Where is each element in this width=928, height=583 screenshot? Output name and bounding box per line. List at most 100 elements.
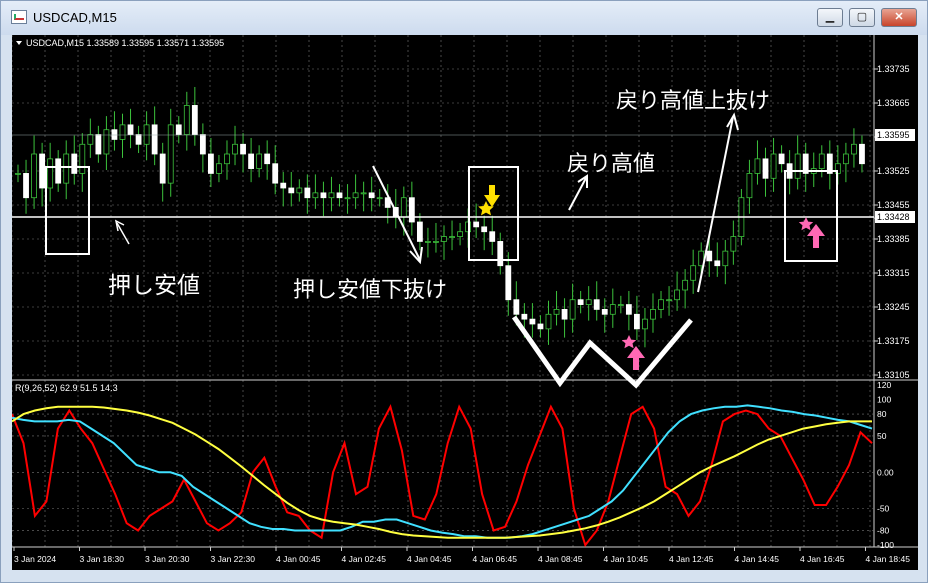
indicator-level-label: -100 <box>877 540 894 550</box>
candle-up <box>400 197 407 218</box>
window-title: USDCAD,M15 <box>33 10 117 25</box>
candle-up <box>87 134 94 145</box>
candle-down <box>304 187 311 199</box>
candle-up <box>746 173 753 199</box>
candle-up <box>650 309 656 320</box>
candle-up <box>842 153 849 165</box>
buy-signal-arrow-icon <box>627 346 645 370</box>
time-axis: 3 Jan 2024 3 Jan 18:30 3 Jan 20:30 3 Jan 22… <box>13 547 911 564</box>
symbol-info-text: USDCAD,M15 1.33589 1.33595 1.33571 1.335… <box>26 38 224 48</box>
time-tick-label: 4 Jan 02:45 <box>342 554 387 564</box>
candle-up <box>103 129 110 155</box>
terminal-window: USDCAD,M15 ▁ ▢ ✕ USDCAD,M15 1.33589 1.33… <box>0 0 928 583</box>
candle-up <box>585 299 592 305</box>
candle-down <box>39 153 46 189</box>
candle-up <box>312 192 319 199</box>
candle-up <box>770 153 777 179</box>
candle-down <box>159 153 166 184</box>
indicator-level-label: 0.00 <box>877 467 894 477</box>
indicator-level-label: -50 <box>877 504 890 514</box>
time-tick-label: 4 Jan 18:45 <box>866 554 911 564</box>
chart-window-icon <box>11 10 27 24</box>
candle-up <box>143 124 150 145</box>
candle-up <box>352 192 359 199</box>
price-tick-label: 1.33455 <box>877 200 910 210</box>
close-button[interactable]: ✕ <box>881 8 917 27</box>
line-price-label: 1.33428 <box>877 212 910 222</box>
candle-down <box>127 124 134 135</box>
indicator-level-label: 80 <box>877 409 887 419</box>
candle-down <box>111 129 118 140</box>
candle-up <box>666 299 672 302</box>
price-tick-label: 1.33735 <box>877 64 910 74</box>
push-low-break-label: 押し安値下抜け <box>293 277 447 302</box>
signal-star-icon <box>621 335 637 349</box>
time-tick-label: 3 Jan 20:30 <box>145 554 190 564</box>
candle-down <box>368 192 375 199</box>
pullback-high-break-label: 戻り高値上抜け <box>616 88 770 113</box>
candle-down <box>601 309 608 315</box>
candle-up <box>433 241 439 243</box>
candle-down <box>561 309 568 320</box>
indicator-series-line <box>12 404 873 548</box>
candle-down <box>280 182 287 189</box>
candle-down <box>593 299 600 310</box>
indicator-level-label: -80 <box>877 525 890 535</box>
candle-up <box>119 124 126 140</box>
indicator-level-label: 100 <box>877 395 891 405</box>
time-tick-label: 4 Jan 14:45 <box>735 554 780 564</box>
price-tick-label: 1.33315 <box>877 268 910 278</box>
candle-down <box>208 153 214 174</box>
time-tick-label: 3 Jan 18:30 <box>80 554 125 564</box>
push-low-pointer-arrow[interactable] <box>116 222 130 245</box>
candle-down <box>240 143 246 155</box>
candle-up <box>658 299 664 310</box>
candle-up <box>569 299 576 320</box>
candle-up <box>15 173 21 175</box>
candle-down <box>634 313 640 330</box>
indicator-level-axis: 120 100 80 50 0.00 -50 -80 -100 <box>12 380 894 550</box>
candle-up <box>674 289 680 301</box>
candle-down <box>95 134 102 155</box>
candle-up <box>754 158 761 174</box>
candle-down <box>135 134 142 145</box>
candle-down <box>191 105 198 135</box>
maximize-button[interactable]: ▢ <box>849 8 875 27</box>
candle-down <box>521 313 528 320</box>
candle-down <box>577 299 584 305</box>
candle-down <box>778 153 785 165</box>
price-tick-label: 1.33525 <box>877 166 910 176</box>
title-bar[interactable]: USDCAD,M15 ▁ ▢ ✕ <box>1 1 927 35</box>
time-tick-label: 3 Jan 22:30 <box>211 554 256 564</box>
candle-up <box>47 158 54 189</box>
collapse-triangle-icon[interactable] <box>16 41 22 45</box>
candle-down <box>264 153 271 165</box>
chart-canvas: USDCAD,M15 1.33589 1.33595 1.33571 1.335… <box>12 35 918 564</box>
candle-down <box>23 173 29 199</box>
minimize-button[interactable]: ▁ <box>817 8 843 27</box>
candle-up <box>682 279 689 291</box>
candle-up <box>376 197 383 200</box>
candle-up <box>79 143 86 174</box>
time-tick-label: 3 Jan 2024 <box>14 554 56 564</box>
candle-up <box>31 153 37 199</box>
candle-up <box>722 250 729 267</box>
candle-down <box>151 124 158 155</box>
candle-up <box>642 318 648 330</box>
candle-down <box>288 187 295 194</box>
candle-up <box>818 153 825 169</box>
candle-up <box>617 304 624 306</box>
candle-down <box>71 153 78 174</box>
candle-down <box>497 241 504 267</box>
price-tick-label: 1.33245 <box>877 302 910 312</box>
candle-up <box>449 236 455 238</box>
candle-up <box>553 309 560 315</box>
candle-down <box>537 323 544 330</box>
candle-down <box>859 143 865 165</box>
candle-down <box>55 158 62 184</box>
candle-down <box>272 163 279 184</box>
time-tick-label: 4 Jan 10:45 <box>604 554 649 564</box>
chart-area[interactable]: USDCAD,M15 1.33589 1.33595 1.33571 1.335… <box>12 35 918 570</box>
candle-down <box>408 197 415 223</box>
breakout-entry-box[interactable] <box>784 170 838 262</box>
